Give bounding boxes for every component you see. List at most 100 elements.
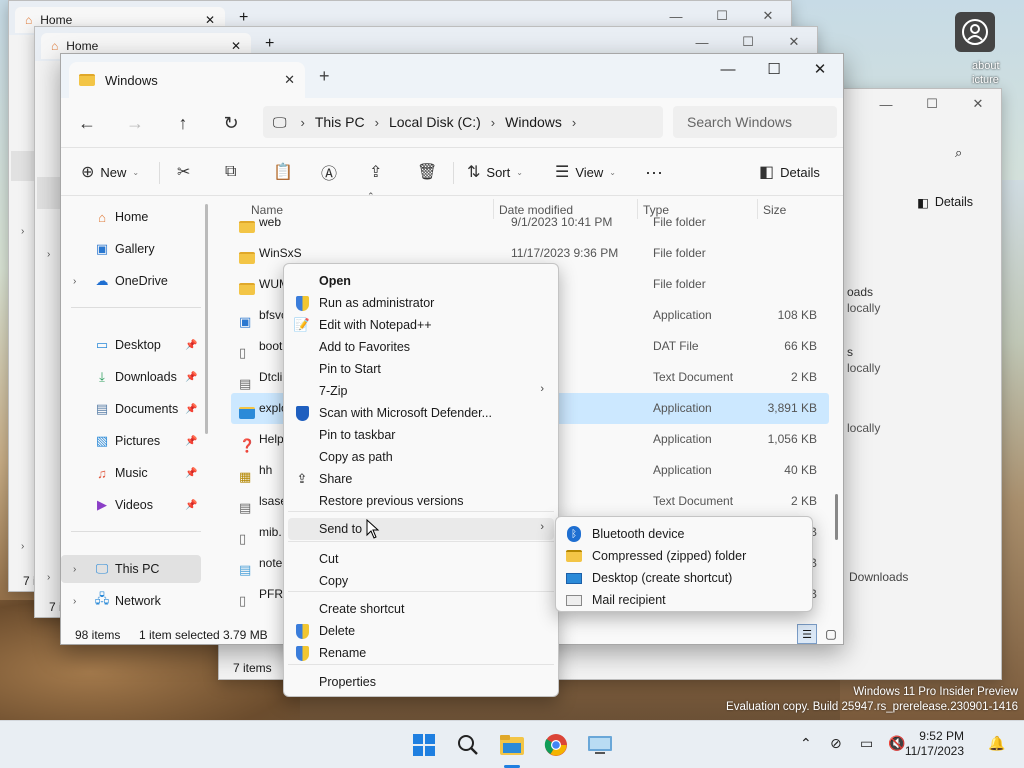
delete-button[interactable]: 🗑 bbox=[417, 158, 437, 186]
chevron-right-icon[interactable]: › bbox=[375, 115, 379, 130]
menu-item-pin-to-start[interactable]: Pin to Start bbox=[288, 358, 554, 380]
rename-button[interactable]: Ⓐ bbox=[321, 158, 337, 186]
pin-icon[interactable]: 📌 bbox=[185, 468, 197, 479]
volume-muted-icon[interactable]: 🔇 bbox=[888, 735, 905, 752]
submenu-item-mail-recipient[interactable]: Mail recipient bbox=[560, 589, 808, 611]
chevron-right-icon[interactable]: › bbox=[491, 115, 495, 130]
sidebar-item-pictures[interactable]: ▧ Pictures 📌 bbox=[61, 427, 201, 455]
chevron-right-icon[interactable]: › bbox=[47, 572, 50, 583]
remote-desktop-icon[interactable] bbox=[584, 729, 616, 761]
maximize-icon[interactable]: ☐ bbox=[751, 54, 797, 84]
menu-item-delete[interactable]: Delete bbox=[288, 620, 554, 642]
menu-item-scan-with-defender[interactable]: Scan with Microsoft Defender... bbox=[288, 402, 554, 424]
menu-item-create-shortcut[interactable]: Create shortcut bbox=[288, 598, 554, 620]
sidebar-item-this-pc[interactable]: › 🖵 This PC bbox=[61, 555, 201, 583]
paste-button[interactable]: 📋 bbox=[273, 158, 293, 186]
search-icon[interactable]: ⌕ bbox=[955, 145, 962, 161]
pin-icon[interactable]: 📌 bbox=[185, 372, 197, 383]
pin-icon[interactable]: 📌 bbox=[185, 340, 197, 351]
minimize-icon[interactable]: — bbox=[863, 89, 909, 119]
sidebar-item-network[interactable]: › 🖧 Network bbox=[61, 587, 201, 615]
sidebar-item-documents[interactable]: ▤ Documents 📌 bbox=[61, 395, 201, 423]
file-explorer-icon[interactable] bbox=[496, 729, 528, 761]
chevron-right-icon[interactable]: › bbox=[47, 249, 50, 260]
pin-icon[interactable]: 📌 bbox=[185, 436, 197, 447]
menu-item-cut[interactable]: Cut bbox=[288, 548, 554, 570]
details-view-icon[interactable]: ☰ bbox=[797, 624, 817, 644]
close-icon[interactable]: ✕ bbox=[955, 89, 1001, 119]
chevron-right-icon[interactable]: › bbox=[301, 115, 305, 130]
close-tab-icon[interactable]: ✕ bbox=[205, 13, 215, 27]
menu-item-properties[interactable]: Properties bbox=[288, 671, 554, 693]
details-button[interactable]: ◧ Details bbox=[917, 195, 973, 210]
menu-item-rename[interactable]: Rename bbox=[288, 642, 554, 664]
menu-item-copy[interactable]: Copy bbox=[288, 570, 554, 592]
tab-windows[interactable]: Windows ✕ bbox=[69, 62, 305, 98]
chevron-right-icon[interactable]: › bbox=[73, 564, 76, 575]
maximize-icon[interactable]: ☐ bbox=[909, 89, 955, 119]
menu-item-edit-with-notepad[interactable]: 📝 Edit with Notepad++ bbox=[288, 314, 554, 336]
chevron-right-icon[interactable]: › bbox=[21, 541, 24, 552]
details-button[interactable]: ◧ Details bbox=[759, 158, 820, 186]
search-icon[interactable] bbox=[452, 729, 484, 761]
sidebar-item-gallery[interactable]: ▣ Gallery bbox=[61, 235, 201, 263]
file-list-scrollbar[interactable] bbox=[835, 494, 838, 540]
pin-icon[interactable]: 📌 bbox=[185, 404, 197, 415]
new-button[interactable]: ⊕ New ⌄ bbox=[81, 158, 139, 186]
menu-item-7-zip[interactable]: 7-Zip › bbox=[288, 380, 554, 402]
menu-item-share[interactable]: ⇪ Share bbox=[288, 468, 554, 490]
close-tab-icon[interactable]: ✕ bbox=[284, 72, 295, 88]
submenu-item-desktop-shortcut[interactable]: Desktop (create shortcut) bbox=[560, 567, 808, 589]
view-button[interactable]: ☰ View ⌄ bbox=[555, 158, 616, 186]
close-tab-icon[interactable]: ✕ bbox=[231, 39, 241, 53]
chevron-up-icon[interactable]: ⌃ bbox=[800, 735, 812, 752]
notification-bell-icon[interactable]: 🔔 bbox=[988, 735, 1005, 752]
refresh-icon[interactable]: ↻ bbox=[215, 108, 247, 138]
menu-item-send-to[interactable]: Send to › bbox=[288, 518, 554, 540]
add-tab-icon[interactable]: + bbox=[265, 35, 274, 53]
menu-item-copy-as-path[interactable]: Copy as path bbox=[288, 446, 554, 468]
sidebar-item-home[interactable]: ⌂ Home bbox=[61, 203, 201, 231]
back-arrow-icon[interactable]: ← bbox=[71, 108, 103, 138]
cut-button[interactable]: ✂ bbox=[177, 158, 190, 186]
menu-item-run-as-administrator[interactable]: Run as administrator bbox=[288, 292, 554, 314]
chrome-icon[interactable] bbox=[540, 729, 572, 761]
close-icon[interactable]: ✕ bbox=[797, 54, 843, 84]
sidebar-item-videos[interactable]: ▶ Videos 📌 bbox=[61, 491, 201, 519]
table-row[interactable]: web 9/1/2023 10:41 PM File folder bbox=[231, 207, 829, 238]
pin-icon[interactable]: 📌 bbox=[185, 500, 197, 511]
display-icon[interactable]: ▭ bbox=[860, 735, 873, 752]
breadcrumb-this-pc[interactable]: This PC bbox=[315, 114, 365, 130]
menu-item-pin-to-taskbar[interactable]: Pin to taskbar bbox=[288, 424, 554, 446]
search-input[interactable]: Search Windows bbox=[673, 106, 837, 138]
minimize-icon[interactable]: — bbox=[705, 54, 751, 84]
user-avatar-icon[interactable] bbox=[955, 12, 995, 52]
sidebar-item-downloads[interactable]: ⤓ Downloads 📌 bbox=[61, 363, 201, 391]
more-options-icon[interactable]: ··· bbox=[645, 158, 663, 186]
add-tab-icon[interactable]: + bbox=[319, 66, 330, 87]
clock[interactable]: 9:52 PM 11/17/2023 bbox=[905, 729, 964, 759]
sidebar-scrollbar[interactable] bbox=[205, 204, 208, 434]
menu-item-restore-previous-versions[interactable]: Restore previous versions bbox=[288, 490, 554, 512]
tiles-view-icon[interactable]: ▢ bbox=[821, 624, 841, 644]
network-offline-icon[interactable]: ⊘ bbox=[830, 735, 842, 752]
copy-button[interactable]: ⧉ bbox=[225, 158, 236, 186]
chevron-right-icon[interactable]: › bbox=[73, 276, 76, 287]
menu-item-add-to-favorites[interactable]: Add to Favorites bbox=[288, 336, 554, 358]
breadcrumb-local-disk[interactable]: Local Disk (C:) bbox=[389, 114, 481, 130]
menu-item-open[interactable]: Open bbox=[288, 270, 554, 292]
sidebar-item-onedrive[interactable]: › ☁ OneDrive bbox=[61, 267, 201, 295]
share-button[interactable]: ⇪ bbox=[369, 158, 382, 186]
sidebar-item-music[interactable]: ♫ Music 📌 bbox=[61, 459, 201, 487]
chevron-right-icon[interactable]: › bbox=[73, 596, 76, 607]
breadcrumb-windows[interactable]: Windows bbox=[505, 114, 562, 130]
forward-arrow-icon[interactable]: → bbox=[119, 108, 151, 138]
chevron-right-icon[interactable]: › bbox=[572, 115, 576, 130]
start-button[interactable] bbox=[408, 729, 440, 761]
sort-button[interactable]: ⇅ Sort ⌄ bbox=[467, 158, 523, 186]
address-bar[interactable]: 🖵 › This PC › Local Disk (C:) › Windows … bbox=[263, 106, 663, 138]
up-arrow-icon[interactable]: ↑ bbox=[167, 108, 199, 138]
chevron-right-icon[interactable]: › bbox=[21, 226, 24, 237]
add-tab-icon[interactable]: + bbox=[239, 9, 248, 27]
sidebar-item-desktop[interactable]: ▭ Desktop 📌 bbox=[61, 331, 201, 359]
